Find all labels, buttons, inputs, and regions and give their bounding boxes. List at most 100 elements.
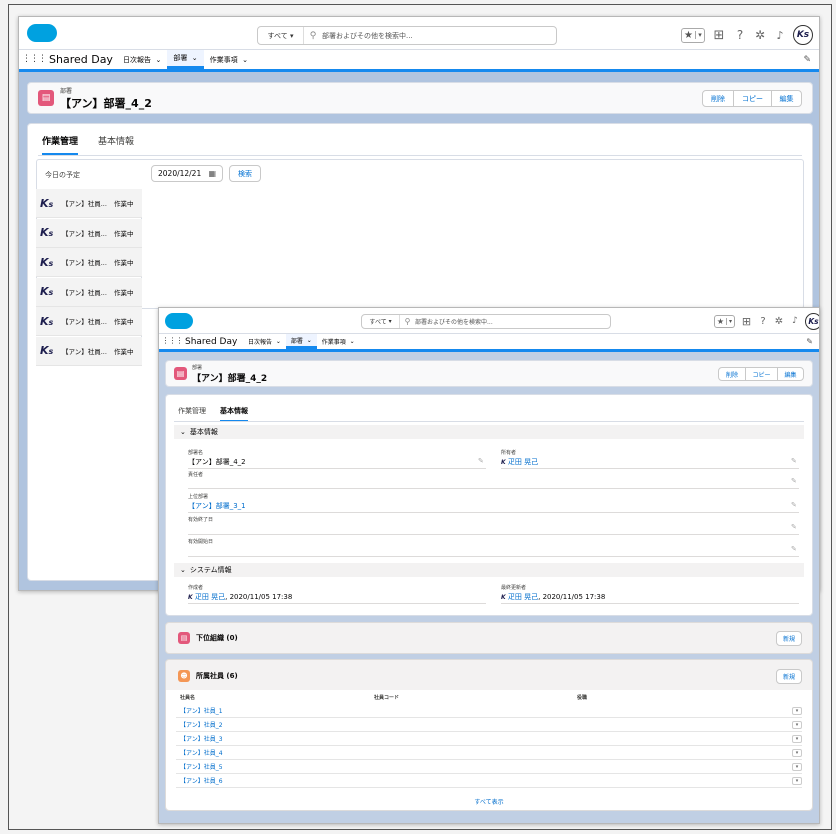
edit-pencil-icon[interactable]: ✎	[791, 501, 797, 509]
global-search-input[interactable]: すべて ▾ ⚲ 部署およびその他を検索中...	[361, 314, 611, 329]
employee-status: 作業中	[114, 259, 134, 267]
edit-pencil-icon[interactable]: ✎	[478, 457, 484, 465]
member-link[interactable]: 【アン】社員_4	[176, 748, 223, 757]
tab-basic-info[interactable]: 基本情報	[98, 134, 134, 155]
list-item[interactable]: Ks 【アン】社員... 作業中	[36, 307, 142, 336]
search-scope-select[interactable]: すべて ▾	[362, 315, 400, 328]
member-link[interactable]: 【アン】社員_6	[176, 776, 223, 785]
row-action-chevron-icon[interactable]: ▾	[792, 706, 802, 715]
member-link[interactable]: 【アン】社員_5	[176, 762, 223, 771]
row-action-chevron-icon[interactable]: ▾	[792, 776, 802, 785]
edit-pencil-icon[interactable]: ✎	[791, 457, 797, 465]
search-scope-select[interactable]: すべて ▾	[258, 27, 304, 44]
nav-item-department[interactable]: 部署 ⌄	[285, 334, 317, 349]
tab-work-management[interactable]: 作業管理	[178, 406, 206, 422]
edit-pencil-icon[interactable]: ✎	[791, 545, 797, 553]
edit-button[interactable]: 編集	[771, 91, 801, 106]
favorites-button[interactable]: ★ ▾	[681, 27, 705, 43]
row-action-chevron-icon[interactable]: ▾	[792, 762, 802, 771]
new-sub-org-button[interactable]: 新規	[776, 631, 802, 646]
add-icon[interactable]: ⊞	[711, 28, 727, 43]
favorites-button[interactable]: ★ ▾	[714, 314, 735, 328]
tab-basic-info[interactable]: 基本情報	[220, 406, 248, 422]
app-launcher-waffle-icon[interactable]: ⋮⋮⋮	[159, 336, 185, 345]
help-icon[interactable]: ?	[733, 28, 747, 42]
employee-avatar-icon: Ks	[40, 226, 54, 239]
nav-label: 日次報告	[123, 55, 151, 64]
app-launcher-waffle-icon[interactable]: ⋮⋮⋮	[19, 55, 49, 64]
list-item[interactable]: Ks 【アン】社員... 作業中	[36, 277, 142, 307]
parent-dept-link[interactable]: 【アン】部署_3_1	[188, 501, 246, 511]
tab-work-management[interactable]: 作業管理	[42, 134, 79, 155]
app-navigation-bar: ⋮⋮⋮ Shared Day 日次報告 ⌄ 部署 ⌄ 作業事項 ⌄ ✎	[159, 334, 819, 352]
avatar[interactable]: Ks	[805, 312, 819, 330]
edit-pencil-icon[interactable]: ✎	[791, 523, 797, 531]
global-search-input[interactable]: すべて ▾ ⚲ 部署およびその他を検索中...	[257, 26, 557, 45]
help-icon[interactable]: ?	[757, 316, 769, 327]
salesforce-cloud-icon[interactable]	[27, 24, 57, 42]
related-list-title: 下位組織 (0)	[196, 634, 238, 642]
edit-button[interactable]: 編集	[777, 368, 803, 380]
chevron-down-icon: ⌄	[180, 566, 186, 574]
modified-by-link[interactable]: 疋田 晃己	[508, 593, 538, 601]
employee-status: 作業中	[114, 288, 134, 297]
row-action-chevron-icon[interactable]: ▾	[792, 720, 802, 729]
edit-nav-pencil-icon[interactable]: ✎	[806, 337, 813, 346]
list-item[interactable]: Ks 【アン】社員... 作業中	[36, 218, 142, 248]
row-action-chevron-icon[interactable]: ▾	[792, 748, 802, 757]
column-header[interactable]: 役職	[577, 694, 587, 701]
nav-item-work-items[interactable]: 作業事項 ⌄	[317, 334, 360, 349]
nav-item-daily-report[interactable]: 日次報告 ⌄	[117, 50, 167, 69]
favorite-star-icon: ★	[684, 29, 693, 41]
add-icon[interactable]: ⊞	[740, 315, 753, 328]
new-member-button[interactable]: 新規	[776, 669, 802, 684]
owner-link[interactable]: 疋田 晃己	[508, 458, 538, 466]
section-basic-info[interactable]: ⌄ 基本情報	[174, 425, 804, 439]
department-record-icon: ▤	[174, 367, 187, 380]
avatar[interactable]: Ks	[793, 25, 813, 45]
setup-gear-icon[interactable]: ✲	[773, 316, 785, 327]
chevron-down-icon: ⌄	[306, 336, 312, 344]
delete-button[interactable]: 削除	[703, 91, 733, 106]
salesforce-cloud-icon[interactable]	[165, 313, 193, 329]
member-link[interactable]: 【アン】社員_3	[176, 734, 223, 743]
column-header[interactable]: 社員名	[180, 694, 195, 701]
view-all-link[interactable]: すべて表示	[166, 797, 812, 806]
search-button[interactable]: 検索	[229, 165, 261, 182]
global-header: すべて ▾ ⚲ 部署およびその他を検索中... ★ ▾ ⊞ ? ✲ ♪ Ks	[19, 17, 819, 50]
copy-button[interactable]: コピー	[733, 91, 771, 106]
employee-avatar-icon: Ks	[40, 285, 54, 298]
chevron-down-icon: ⌄	[242, 55, 248, 64]
favorite-star-icon: ★	[716, 316, 725, 326]
table-row: 【アン】社員_5 ▾	[176, 760, 802, 774]
created-by-link[interactable]: 疋田 晃己	[195, 593, 225, 601]
schedule-date-input[interactable]: 2020/12/21 ▦	[151, 165, 223, 182]
edit-pencil-icon[interactable]: ✎	[791, 477, 797, 485]
edit-nav-pencil-icon[interactable]: ✎	[803, 55, 811, 65]
delete-button[interactable]: 削除	[719, 368, 745, 380]
tab-divider	[38, 155, 802, 156]
list-item[interactable]: Ks 【アン】社員... 作業中	[36, 189, 142, 218]
record-tabs: 作業管理 基本情報	[42, 134, 134, 155]
notification-bell-icon[interactable]: ♪	[773, 29, 787, 42]
nav-item-department[interactable]: 部署 ⌄	[167, 50, 204, 69]
employee-status: 作業中	[114, 318, 134, 326]
list-item[interactable]: Ks 【アン】社員... 作業中	[36, 336, 142, 366]
nav-item-work-items[interactable]: 作業事項 ⌄	[204, 50, 254, 69]
copy-button[interactable]: コピー	[745, 368, 777, 380]
table-row: 【アン】社員_1 ▾	[176, 704, 802, 718]
row-action-chevron-icon[interactable]: ▾	[792, 734, 802, 743]
member-link[interactable]: 【アン】社員_2	[176, 720, 223, 729]
list-item[interactable]: Ks 【アン】社員... 作業中	[36, 248, 142, 277]
member-link[interactable]: 【アン】社員_1	[176, 706, 223, 715]
table-row: 【アン】社員_4 ▾	[176, 746, 802, 760]
employee-status: 作業中	[114, 347, 134, 356]
column-header[interactable]: 社員コード	[374, 694, 399, 701]
search-placeholder: 部署およびその他を検索中...	[415, 319, 493, 326]
field-label: 責任者	[188, 472, 204, 478]
section-system-info[interactable]: ⌄ システム情報	[174, 563, 804, 577]
notification-bell-icon[interactable]: ♪	[789, 316, 801, 326]
setup-gear-icon[interactable]: ✲	[753, 28, 767, 42]
nav-item-daily-report[interactable]: 日次報告 ⌄	[243, 334, 286, 349]
calendar-icon[interactable]: ▦	[208, 169, 216, 178]
